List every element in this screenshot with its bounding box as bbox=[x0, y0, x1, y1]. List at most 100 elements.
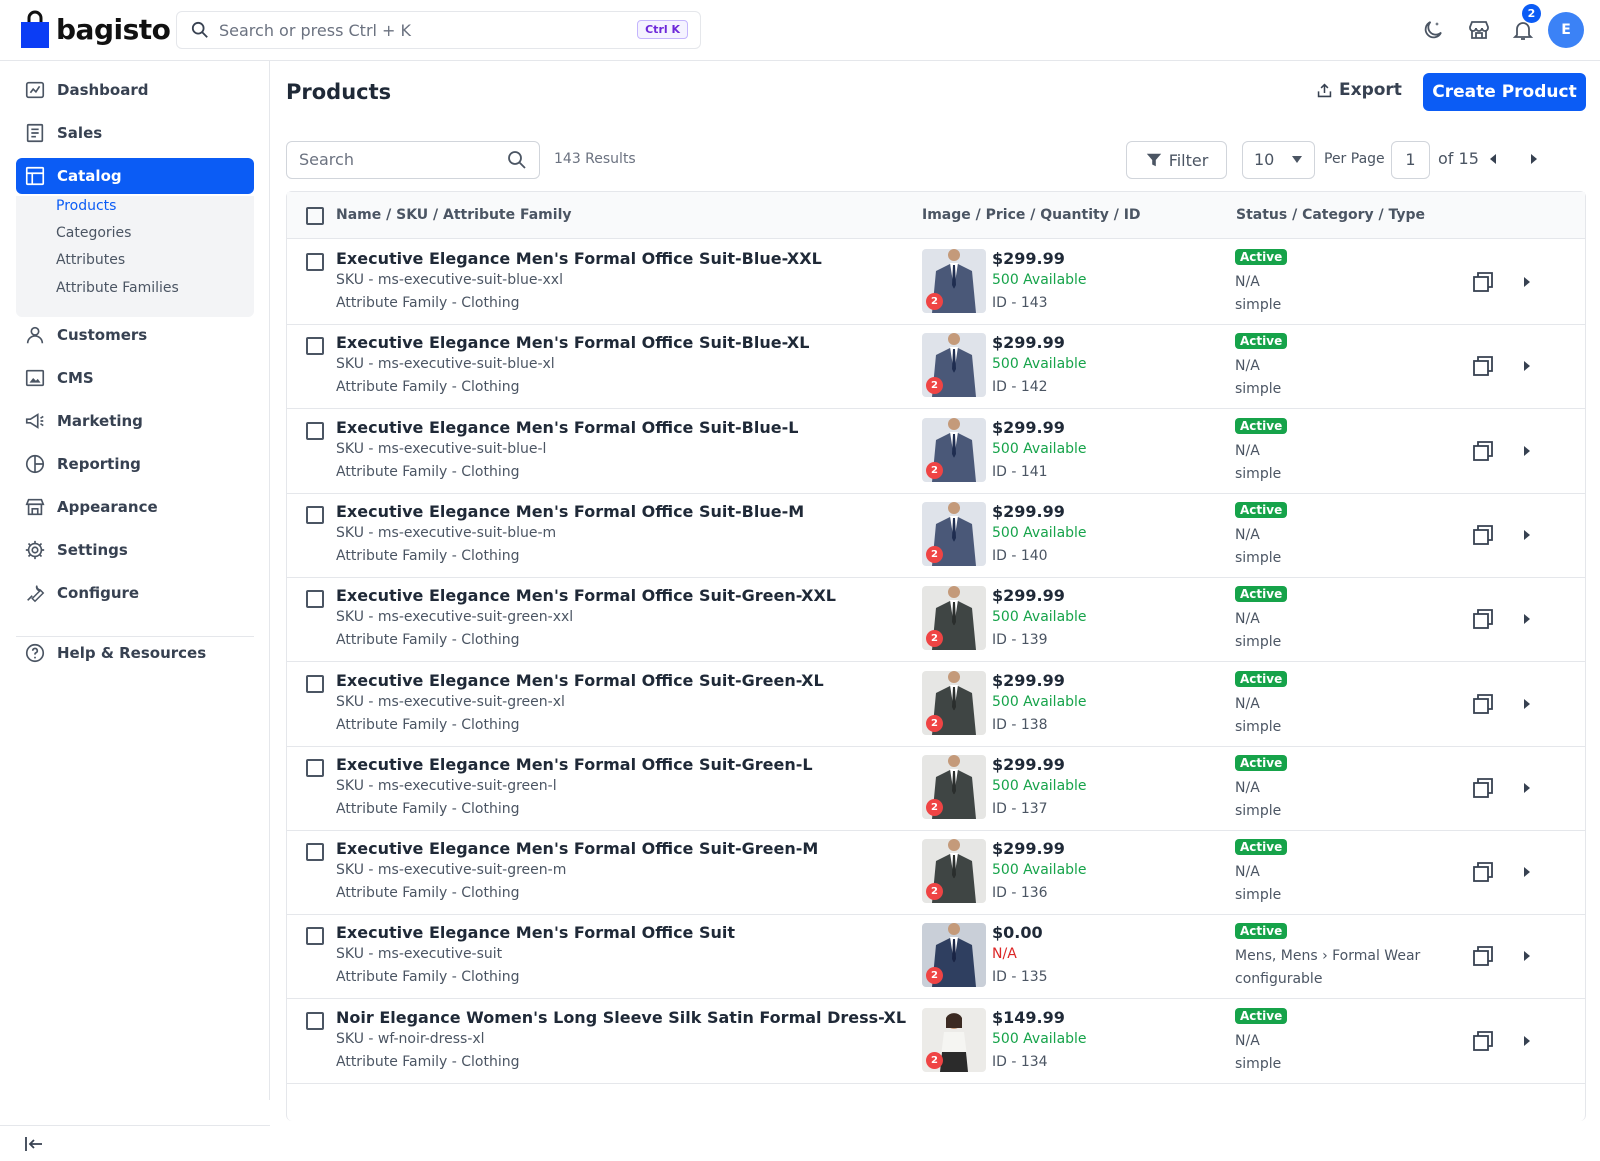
row-checkbox[interactable] bbox=[306, 421, 324, 440]
product-type: simple bbox=[1235, 381, 1282, 398]
create-product-button[interactable]: Create Product bbox=[1423, 73, 1586, 111]
product-name[interactable]: Executive Elegance Men's Formal Office S… bbox=[336, 249, 822, 268]
table-row[interactable]: Executive Elegance Men's Formal Office S… bbox=[287, 661, 1585, 747]
filter-icon bbox=[1146, 153, 1161, 167]
settings-icon bbox=[25, 540, 45, 560]
filter-button[interactable]: Filter bbox=[1126, 141, 1227, 179]
sidebar-item-catalog[interactable]: Catalog bbox=[16, 158, 254, 194]
table-row[interactable]: Executive Elegance Men's Formal Office S… bbox=[287, 829, 1585, 916]
product-name[interactable]: Executive Elegance Men's Formal Office S… bbox=[336, 333, 809, 352]
collapse-sidebar-icon[interactable] bbox=[24, 1135, 44, 1153]
product-name[interactable]: Executive Elegance Men's Formal Office S… bbox=[336, 586, 836, 605]
image-count-badge: 2 bbox=[926, 798, 943, 816]
table-row[interactable]: Executive Elegance Men's Formal Office S… bbox=[287, 408, 1585, 494]
sidebar-item-cms[interactable]: CMS bbox=[16, 360, 254, 396]
row-checkbox[interactable] bbox=[306, 927, 324, 946]
next-page-icon[interactable] bbox=[1529, 153, 1539, 165]
search-icon[interactable] bbox=[507, 150, 527, 170]
storefront-icon[interactable] bbox=[1467, 18, 1491, 42]
table-row[interactable]: Executive Elegance Men's Formal Office S… bbox=[287, 239, 1585, 325]
product-name[interactable]: Executive Elegance Men's Formal Office S… bbox=[336, 839, 818, 858]
product-name[interactable]: Executive Elegance Men's Formal Office S… bbox=[336, 671, 824, 690]
sidebar-item-settings[interactable]: Settings bbox=[16, 532, 254, 568]
table-row[interactable]: Executive Elegance Men's Formal Office S… bbox=[287, 576, 1585, 663]
chevron-right-icon[interactable] bbox=[1522, 866, 1532, 878]
column-header-image[interactable]: Image / Price / Quantity / ID bbox=[922, 207, 1141, 223]
submenu-item-attributes[interactable]: Attributes bbox=[56, 252, 125, 268]
product-name[interactable]: Executive Elegance Men's Formal Office S… bbox=[336, 755, 813, 774]
export-button[interactable]: Export bbox=[1316, 80, 1402, 100]
table-row[interactable]: Executive Elegance Men's Formal Office S… bbox=[287, 323, 1585, 410]
select-all-checkbox[interactable] bbox=[306, 207, 324, 225]
row-checkbox[interactable] bbox=[306, 253, 324, 271]
submenu-item-attribute-families[interactable]: Attribute Families bbox=[56, 280, 179, 296]
product-attribute-family: Attribute Family - Clothing bbox=[336, 632, 520, 649]
chevron-right-icon[interactable] bbox=[1522, 445, 1532, 457]
sidebar-item-dashboard[interactable]: Dashboard bbox=[16, 72, 254, 108]
copy-icon[interactable] bbox=[1472, 271, 1494, 293]
copy-icon[interactable] bbox=[1472, 1030, 1494, 1052]
sidebar-item-customers[interactable]: Customers bbox=[16, 317, 254, 353]
product-name[interactable]: Executive Elegance Men's Formal Office S… bbox=[336, 502, 804, 521]
bagisto-logo[interactable]: bagisto bbox=[20, 10, 171, 48]
chevron-right-icon[interactable] bbox=[1522, 613, 1532, 625]
copy-icon[interactable] bbox=[1472, 861, 1494, 883]
row-checkbox[interactable] bbox=[306, 843, 324, 862]
row-checkbox[interactable] bbox=[306, 1011, 324, 1030]
sidebar-item-appearance[interactable]: Appearance bbox=[16, 489, 254, 525]
table-row[interactable]: Executive Elegance Men's Formal Office S… bbox=[287, 913, 1585, 1000]
sidebar-item-configure[interactable]: Configure bbox=[16, 575, 254, 611]
product-category: N/A bbox=[1235, 695, 1260, 712]
previous-page-icon[interactable] bbox=[1488, 153, 1498, 165]
product-search-input[interactable]: Search bbox=[286, 141, 540, 179]
row-checkbox[interactable] bbox=[306, 674, 324, 693]
copy-icon[interactable] bbox=[1472, 693, 1494, 715]
product-category: N/A bbox=[1235, 442, 1260, 459]
chevron-right-icon[interactable] bbox=[1522, 782, 1532, 794]
submenu-item-categories[interactable]: Categories bbox=[56, 225, 131, 241]
chevron-right-icon[interactable] bbox=[1522, 1035, 1532, 1047]
chevron-right-icon[interactable] bbox=[1522, 529, 1532, 541]
table-row[interactable]: Executive Elegance Men's Formal Office S… bbox=[287, 745, 1585, 831]
product-image: 2 bbox=[922, 1007, 986, 1072]
copy-icon[interactable] bbox=[1472, 355, 1494, 377]
user-avatar[interactable]: E bbox=[1548, 12, 1584, 48]
chevron-right-icon[interactable] bbox=[1522, 276, 1532, 288]
page-number-input[interactable]: 1 bbox=[1391, 141, 1430, 179]
table-header: Name / SKU / Attribute Family Image / Pr… bbox=[287, 192, 1585, 239]
copy-icon[interactable] bbox=[1472, 945, 1494, 967]
product-name[interactable]: Executive Elegance Men's Formal Office S… bbox=[336, 418, 798, 437]
dark-mode-icon[interactable] bbox=[1421, 18, 1445, 42]
per-page-select[interactable]: 10 bbox=[1242, 141, 1315, 179]
sidebar-item-help[interactable]: Help & Resources bbox=[16, 635, 254, 671]
row-checkbox[interactable] bbox=[306, 337, 324, 356]
table-row[interactable]: Noir Elegance Women's Long Sleeve Silk S… bbox=[287, 998, 1585, 1084]
copy-icon[interactable] bbox=[1472, 440, 1494, 462]
sidebar-item-reporting[interactable]: Reporting bbox=[16, 446, 254, 482]
product-category: N/A bbox=[1235, 358, 1260, 375]
column-header-name[interactable]: Name / SKU / Attribute Family bbox=[336, 207, 572, 223]
product-name[interactable]: Executive Elegance Men's Formal Office S… bbox=[336, 923, 735, 942]
product-quantity: N/A bbox=[992, 946, 1017, 963]
chevron-right-icon[interactable] bbox=[1522, 360, 1532, 372]
copy-icon[interactable] bbox=[1472, 777, 1494, 799]
notification-count-badge: 2 bbox=[1522, 4, 1541, 23]
column-header-status[interactable]: Status / Category / Type bbox=[1236, 207, 1425, 223]
product-type: simple bbox=[1235, 718, 1282, 735]
product-name[interactable]: Noir Elegance Women's Long Sleeve Silk S… bbox=[336, 1008, 906, 1027]
copy-icon[interactable] bbox=[1472, 608, 1494, 630]
table-row[interactable]: Executive Elegance Men's Formal Office S… bbox=[287, 492, 1585, 578]
row-checkbox[interactable] bbox=[306, 590, 324, 609]
row-checkbox[interactable] bbox=[306, 758, 324, 777]
sidebar-item-sales[interactable]: Sales bbox=[16, 115, 254, 151]
chevron-right-icon[interactable] bbox=[1522, 698, 1532, 710]
submenu-item-products[interactable]: Products bbox=[56, 198, 116, 214]
chevron-right-icon[interactable] bbox=[1522, 950, 1532, 962]
global-search-input[interactable]: Search or press Ctrl + K Ctrl K bbox=[176, 11, 701, 49]
sidebar-item-marketing[interactable]: Marketing bbox=[16, 403, 254, 439]
sidebar-footer bbox=[0, 1125, 270, 1161]
copy-icon[interactable] bbox=[1472, 524, 1494, 546]
product-attribute-family: Attribute Family - Clothing bbox=[336, 1053, 520, 1070]
product-sku: SKU - ms-executive-suit-green-m bbox=[336, 862, 567, 879]
row-checkbox[interactable] bbox=[306, 505, 324, 524]
